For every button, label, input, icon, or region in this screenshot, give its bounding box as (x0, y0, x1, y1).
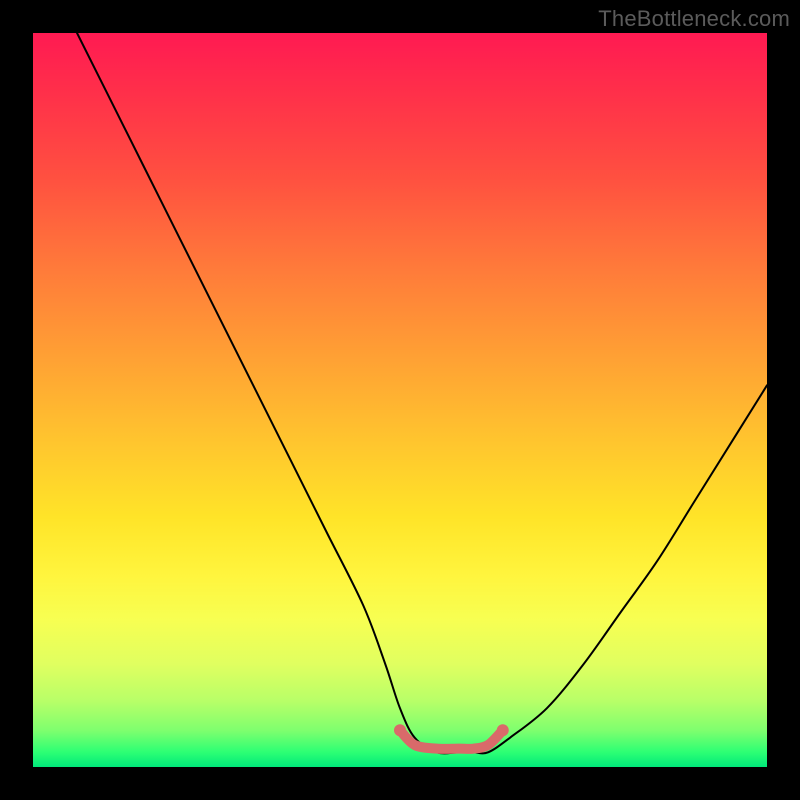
curve-layer (33, 33, 767, 767)
marker-endpoint-left (394, 724, 406, 736)
plot-area (33, 33, 767, 767)
marker-endpoint-right (497, 724, 509, 736)
watermark-text: TheBottleneck.com (598, 6, 790, 32)
optimal-range-marker-path (400, 730, 503, 749)
bottleneck-curve-path (77, 33, 767, 753)
chart-frame: TheBottleneck.com (0, 0, 800, 800)
